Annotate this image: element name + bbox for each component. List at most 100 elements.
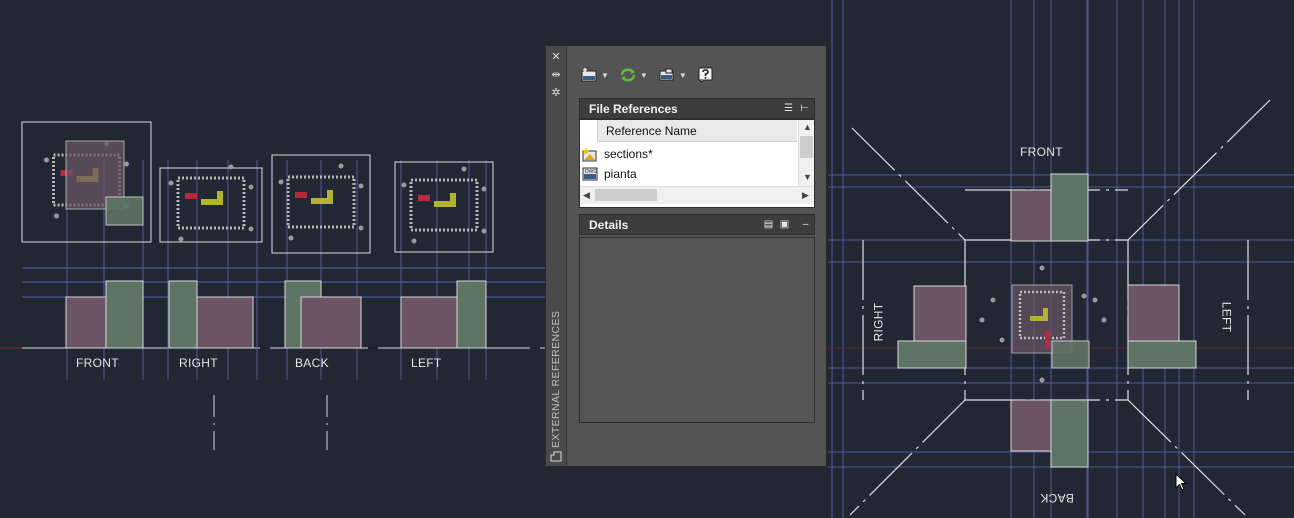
details-panel (579, 237, 815, 423)
survey-point (461, 166, 467, 172)
plan-mass (1050, 399, 1089, 468)
section-line (851, 127, 966, 241)
attach-dwg-icon (580, 67, 598, 83)
plan-label-front: FRONT (1020, 145, 1063, 159)
chevron-down-icon[interactable]: ▼ (679, 71, 687, 80)
horizontal-scrollbar[interactable]: ◀ ▶ (580, 186, 814, 204)
reference-name: sections* (604, 147, 653, 161)
survey-point (481, 228, 487, 234)
survey-point (1081, 293, 1087, 299)
section-line (1127, 399, 1246, 516)
palette-title: EXTERNAL REFERENCES (550, 310, 562, 448)
refresh-button[interactable]: ▼ (619, 67, 648, 83)
details-view-icon[interactable]: ▤ (763, 219, 774, 230)
reference-name: pianta (604, 167, 637, 181)
scroll-thumb[interactable] (595, 189, 657, 201)
details-minimize-button[interactable]: – (800, 219, 811, 230)
scroll-right-icon[interactable]: ▶ (802, 190, 809, 201)
highlight-stair (217, 191, 223, 205)
change-path-button[interactable]: ▼ (658, 67, 687, 83)
survey-point (401, 182, 407, 188)
plan-mass (1010, 399, 1052, 452)
plan-label-left: LEFT (1219, 301, 1234, 333)
scroll-left-icon[interactable]: ◀ (583, 190, 590, 201)
elevation-mass (456, 280, 487, 349)
survey-point (248, 226, 254, 232)
survey-point (990, 297, 996, 303)
highlight-column (1045, 330, 1050, 348)
survey-point (288, 235, 294, 241)
help-icon (697, 67, 715, 83)
plan-mass (1127, 284, 1180, 342)
elevation-mass (65, 296, 107, 349)
dwg-file-icon: DWG (582, 166, 598, 182)
highlight-stair (327, 190, 333, 204)
elevation-label-back: BACK (295, 356, 329, 370)
preview-icon[interactable]: ▣ (779, 219, 790, 230)
elevation-mass (300, 296, 362, 349)
survey-point (411, 238, 417, 244)
file-references-title: File References (589, 102, 678, 116)
list-view-icon[interactable]: ☰ (783, 103, 794, 114)
survey-point (1039, 265, 1045, 271)
refresh-icon (619, 67, 637, 83)
survey-point (278, 179, 284, 185)
file-references-list[interactable]: Reference Name sections* DWG pianta ▲ ▼ … (579, 119, 815, 208)
details-title: Details (589, 218, 629, 232)
survey-point (1101, 317, 1107, 323)
survey-point (1092, 297, 1098, 303)
auto-hide-icon[interactable]: ⇹ (550, 69, 562, 81)
scroll-thumb[interactable] (800, 136, 813, 158)
highlight-column (295, 192, 307, 198)
file-references-header[interactable]: File References ☰ ⊢ (579, 98, 815, 119)
scroll-up-icon[interactable]: ▲ (803, 122, 812, 132)
plan-mass (913, 285, 967, 342)
survey-point (338, 163, 344, 169)
elevation-mass (105, 280, 144, 349)
chevron-down-icon[interactable]: ▼ (601, 71, 609, 80)
elevation-label-front: FRONT (76, 356, 119, 370)
tree-view-icon[interactable]: ⊢ (799, 103, 810, 114)
palette-titlebar[interactable]: ✕ ⇹ ✲ EXTERNAL REFERENCES (546, 46, 567, 466)
center-plan (1051, 340, 1090, 369)
properties-icon[interactable]: ✲ (550, 87, 562, 99)
survey-point (228, 164, 234, 170)
elevation-label-right: RIGHT (179, 356, 218, 370)
details-header[interactable]: Details ▤ ▣ – (579, 214, 815, 235)
mass-overlay (105, 196, 144, 226)
plan-mass (1127, 340, 1197, 369)
highlight-column (418, 195, 430, 201)
section-line (849, 399, 966, 516)
highlight-column (185, 193, 197, 199)
external-references-palette[interactable]: ✕ ⇹ ✲ EXTERNAL REFERENCES ▼ ▼ ▼ File Ref… (545, 45, 827, 467)
elevation-mass (196, 296, 254, 349)
survey-point (54, 213, 59, 219)
highlight-stair (450, 193, 456, 207)
column-header-label: Reference Name (606, 124, 697, 138)
survey-point (168, 180, 174, 186)
scroll-down-icon[interactable]: ▼ (803, 172, 812, 182)
plan-label-right: RIGHT (871, 302, 886, 342)
survey-point (178, 236, 184, 242)
plan-label-back: BACK (1040, 491, 1074, 505)
palette-toolbar: ▼ ▼ ▼ (580, 64, 725, 86)
palette-settings-icon[interactable] (550, 450, 562, 462)
list-item[interactable]: DWG pianta (580, 164, 798, 184)
plan-mass (1010, 189, 1052, 242)
help-button[interactable] (697, 67, 715, 83)
svg-text:DWG: DWG (585, 169, 597, 175)
chevron-down-icon[interactable]: ▼ (640, 71, 648, 80)
elevation-label-left: LEFT (411, 356, 442, 370)
mouse-cursor-icon (1175, 473, 1188, 491)
reference-name-column-header[interactable]: Reference Name (597, 120, 797, 142)
plan-mass (1050, 173, 1089, 242)
survey-point (999, 337, 1005, 343)
plan-mass (897, 340, 967, 369)
vertical-scrollbar[interactable]: ▲ ▼ (798, 120, 814, 186)
list-item[interactable]: sections* (580, 144, 798, 164)
survey-point (979, 317, 985, 323)
close-icon[interactable]: ✕ (550, 51, 562, 63)
survey-point (248, 184, 254, 190)
attach-dwg-button[interactable]: ▼ (580, 67, 609, 83)
survey-point (44, 157, 49, 163)
